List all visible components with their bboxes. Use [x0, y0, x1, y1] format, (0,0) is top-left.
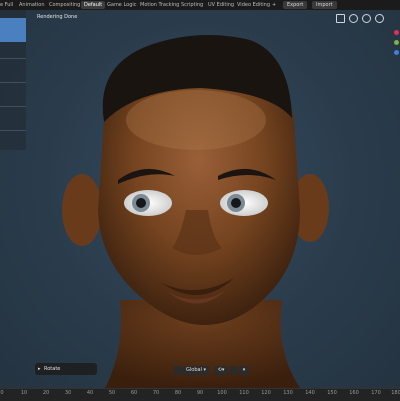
hand-icon[interactable] [375, 14, 384, 23]
timeline-tick: 0 [0, 390, 4, 396]
character-head-render [62, 35, 329, 388]
timeline-tick: 180 [391, 390, 400, 396]
timeline-tick: 90 [196, 390, 204, 396]
timeline-tick: 160 [349, 390, 359, 396]
chevron-right-icon: ▸ [38, 366, 41, 372]
timeline-tick: 100 [217, 390, 227, 396]
gizmo-y-icon[interactable] [394, 40, 399, 45]
transform-toolbar: Global ▾ ⟲▾ ▾ [174, 366, 250, 376]
panel-row [0, 130, 26, 131]
timeline-tick: 30 [64, 390, 72, 396]
orientation-value: Global [186, 367, 202, 373]
grid-icon[interactable] [336, 14, 345, 23]
add-workspace-button[interactable]: + [272, 1, 276, 9]
timeline-tick: 130 [283, 390, 293, 396]
tab-default[interactable]: Default [81, 1, 106, 9]
tab-motion-tracking[interactable]: Motion Tracking [140, 1, 179, 9]
forehead-highlight [126, 90, 266, 150]
orientation-select[interactable]: Global ▾ [183, 366, 210, 375]
timeline-tick: 110 [239, 390, 249, 396]
overlay-icon[interactable]: ▾ [239, 366, 249, 375]
import-button[interactable]: Import [312, 1, 337, 9]
panel-row [0, 58, 26, 59]
timeline-tick: 50 [108, 390, 116, 396]
3d-viewport[interactable]: Rendering Done ▸ Rotate [0, 10, 400, 388]
tab-video-editing[interactable]: Video Editing [237, 1, 270, 9]
timeline-tick: 140 [305, 390, 315, 396]
tab-full[interactable]: e Full [0, 1, 13, 9]
timeline-tick: 20 [42, 390, 50, 396]
right-pupil [231, 198, 241, 208]
operator-label: Rotate [44, 366, 61, 372]
tab-scripting[interactable]: Scripting [181, 1, 203, 9]
timeline-tick: 60 [130, 390, 138, 396]
selected-panel-row[interactable] [0, 18, 26, 42]
timeline-ruler[interactable]: 0 10 20 30 40 50 60 70 80 90 100 110 120… [0, 388, 400, 401]
last-operator-panel[interactable]: ▸ Rotate [35, 363, 97, 375]
gizmo-z-icon[interactable] [394, 50, 399, 55]
proportional-edit-icon[interactable] [230, 366, 238, 375]
timeline-tick: 120 [261, 390, 271, 396]
export-button[interactable]: Export [283, 1, 308, 9]
tab-uv-editing[interactable]: UV Editing [208, 1, 234, 9]
pivot-icon[interactable] [174, 366, 182, 375]
camera-icon[interactable] [349, 14, 358, 23]
left-ear [62, 174, 102, 246]
tab-compositing[interactable]: Compositing [49, 1, 80, 9]
panel-row [0, 82, 26, 83]
tab-animation[interactable]: Animation [19, 1, 45, 9]
timeline-tick: 70 [152, 390, 160, 396]
timeline-tick: 10 [20, 390, 28, 396]
timeline-tick: 150 [327, 390, 337, 396]
timeline-tick: 170 [371, 390, 381, 396]
left-side-panel[interactable] [0, 10, 26, 150]
left-pupil [136, 198, 146, 208]
globe-icon[interactable] [362, 14, 371, 23]
tab-game-logic[interactable]: Game Logic [107, 1, 137, 9]
render-status-text: Rendering Done [37, 14, 78, 20]
gizmo-x-icon[interactable] [394, 30, 399, 35]
panel-row [0, 106, 26, 107]
timeline-tick: 40 [86, 390, 94, 396]
snap-icon[interactable]: ⟲▾ [214, 366, 228, 375]
timeline-tick: 80 [174, 390, 182, 396]
viewport-header-icons [332, 12, 400, 55]
